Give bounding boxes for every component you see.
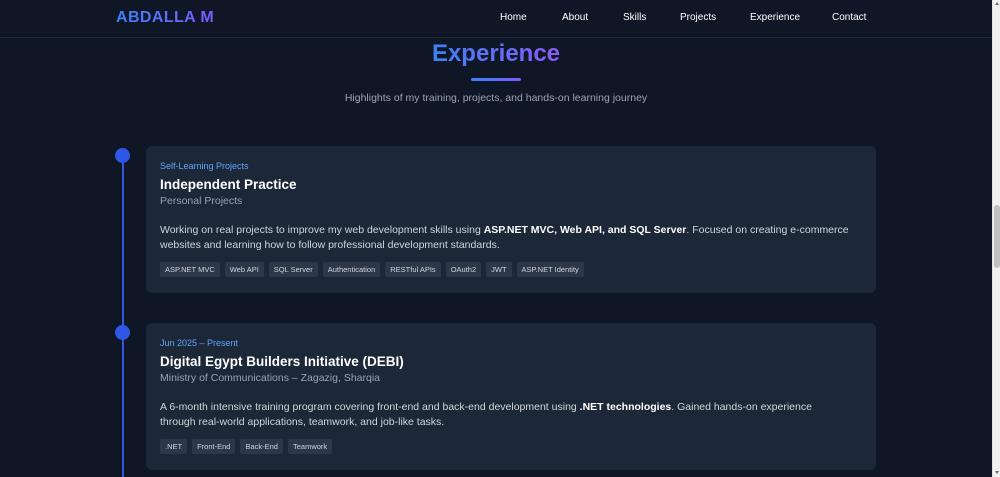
navbar: ABDALLA M Home About Skills Projects Exp… [0,0,992,38]
experience-description: Working on real projects to improve my w… [160,223,850,253]
experience-title: Independent Practice [160,177,297,192]
tag: Authentication [322,262,381,277]
tag-list: ASP.NET MVC Web API SQL Server Authentic… [160,262,862,277]
description-highlight: .NET technologies [579,401,672,413]
page: ABDALLA M Home About Skills Projects Exp… [0,0,1000,477]
experience-date: Self-Learning Projects [160,161,249,171]
experience-title: Digital Egypt Builders Initiative (DEBI) [160,354,404,369]
experience-card: Jun 2025 – Present Digital Egypt Builder… [146,323,876,470]
nav-link-experience[interactable]: Experience [750,12,800,23]
nav-link-skills[interactable]: Skills [623,12,646,23]
scroll-down-arrow-icon[interactable] [995,471,999,474]
experience-description: A 6-month intensive training program cov… [160,400,850,430]
section-subtitle: Highlights of my training, projects, and… [344,92,648,104]
tag: Back-End [240,439,283,454]
tag: Web API [224,262,264,277]
tag: ASP.NET MVC [160,262,220,277]
tag: SQL Server [268,262,318,277]
nav-link-about[interactable]: About [562,12,588,23]
section-title-text: Experience [431,40,561,67]
tag: OAuth2 [445,262,482,277]
tag: RESTful APIs [385,262,441,277]
timeline-dot [115,325,130,340]
tag-list: .NET Front-End Back-End Teamwork [160,439,862,454]
scroll-up-arrow-icon[interactable] [995,2,999,5]
nav-link-home[interactable]: Home [500,12,527,23]
experience-date: Jun 2025 – Present [160,338,239,348]
tag: Front-End [192,439,236,454]
section-title: Experience [0,40,992,68]
nav-links: Home About Skills Projects Experience Co… [0,12,992,28]
title-underline [471,78,521,81]
scrollbar-thumb[interactable] [994,205,1000,268]
nav-link-projects[interactable]: Projects [680,12,716,23]
tag: .NET [160,439,188,454]
tag: ASP.NET Identity [516,262,584,277]
page-scrollbar[interactable] [992,0,1000,477]
timeline-line [122,155,124,477]
tag: JWT [486,262,512,277]
experience-card: Self-Learning Projects Independent Pract… [146,146,876,293]
nav-link-contact[interactable]: Contact [832,12,866,23]
experience-org: Ministry of Communications – Zagazig, Sh… [160,372,381,384]
tag: Teamwork [287,439,333,454]
description-text: Working on real projects to improve my w… [160,224,484,236]
experience-org: Personal Projects [160,195,243,207]
description-text: A 6-month intensive training program cov… [160,401,580,413]
description-highlight: ASP.NET MVC, Web API, and SQL Server [483,224,687,236]
timeline-dot [115,148,130,163]
